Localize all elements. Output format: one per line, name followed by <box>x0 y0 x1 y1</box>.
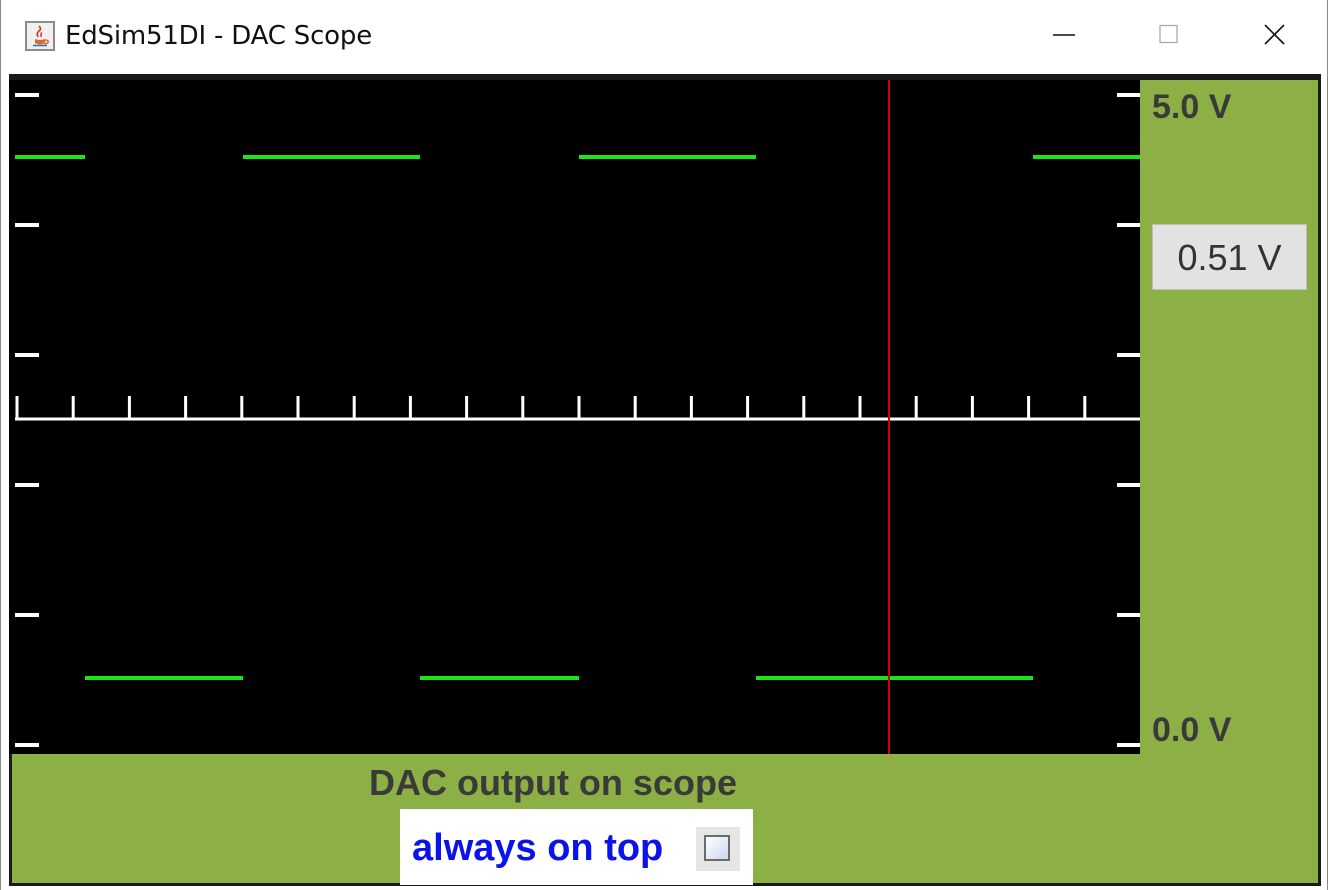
maximize-button[interactable] <box>1117 0 1221 70</box>
scope-graph <box>15 80 1140 754</box>
always-on-top-label: always on top <box>412 827 664 869</box>
close-button[interactable] <box>1223 0 1327 70</box>
maximize-icon <box>1159 24 1178 44</box>
minimize-button[interactable] <box>1013 0 1117 70</box>
minimize-icon <box>1053 34 1075 36</box>
checkbox-box <box>704 835 730 861</box>
java-coffee-cup-icon[interactable] <box>25 21 55 51</box>
min-voltage-label: 0.0 V <box>1152 711 1232 749</box>
window-title: EdSim51DI - DAC Scope <box>65 21 372 51</box>
time-axis <box>15 396 1140 421</box>
scope-caption: DAC output on scope <box>369 762 737 803</box>
voltage-readout: 0.51 V <box>1152 224 1307 290</box>
title-bar[interactable]: EdSim51DI - DAC Scope <box>1 0 1327 72</box>
dac-scope-window: EdSim51DI - DAC Scope 5.0 V 0.51 V 0.0 V… <box>0 0 1328 890</box>
always-on-top-control[interactable]: always on top <box>400 809 753 885</box>
close-icon <box>1264 24 1285 45</box>
max-voltage-label: 5.0 V <box>1152 88 1232 126</box>
oscilloscope-display <box>9 80 1140 754</box>
always-on-top-checkbox[interactable] <box>696 827 740 871</box>
